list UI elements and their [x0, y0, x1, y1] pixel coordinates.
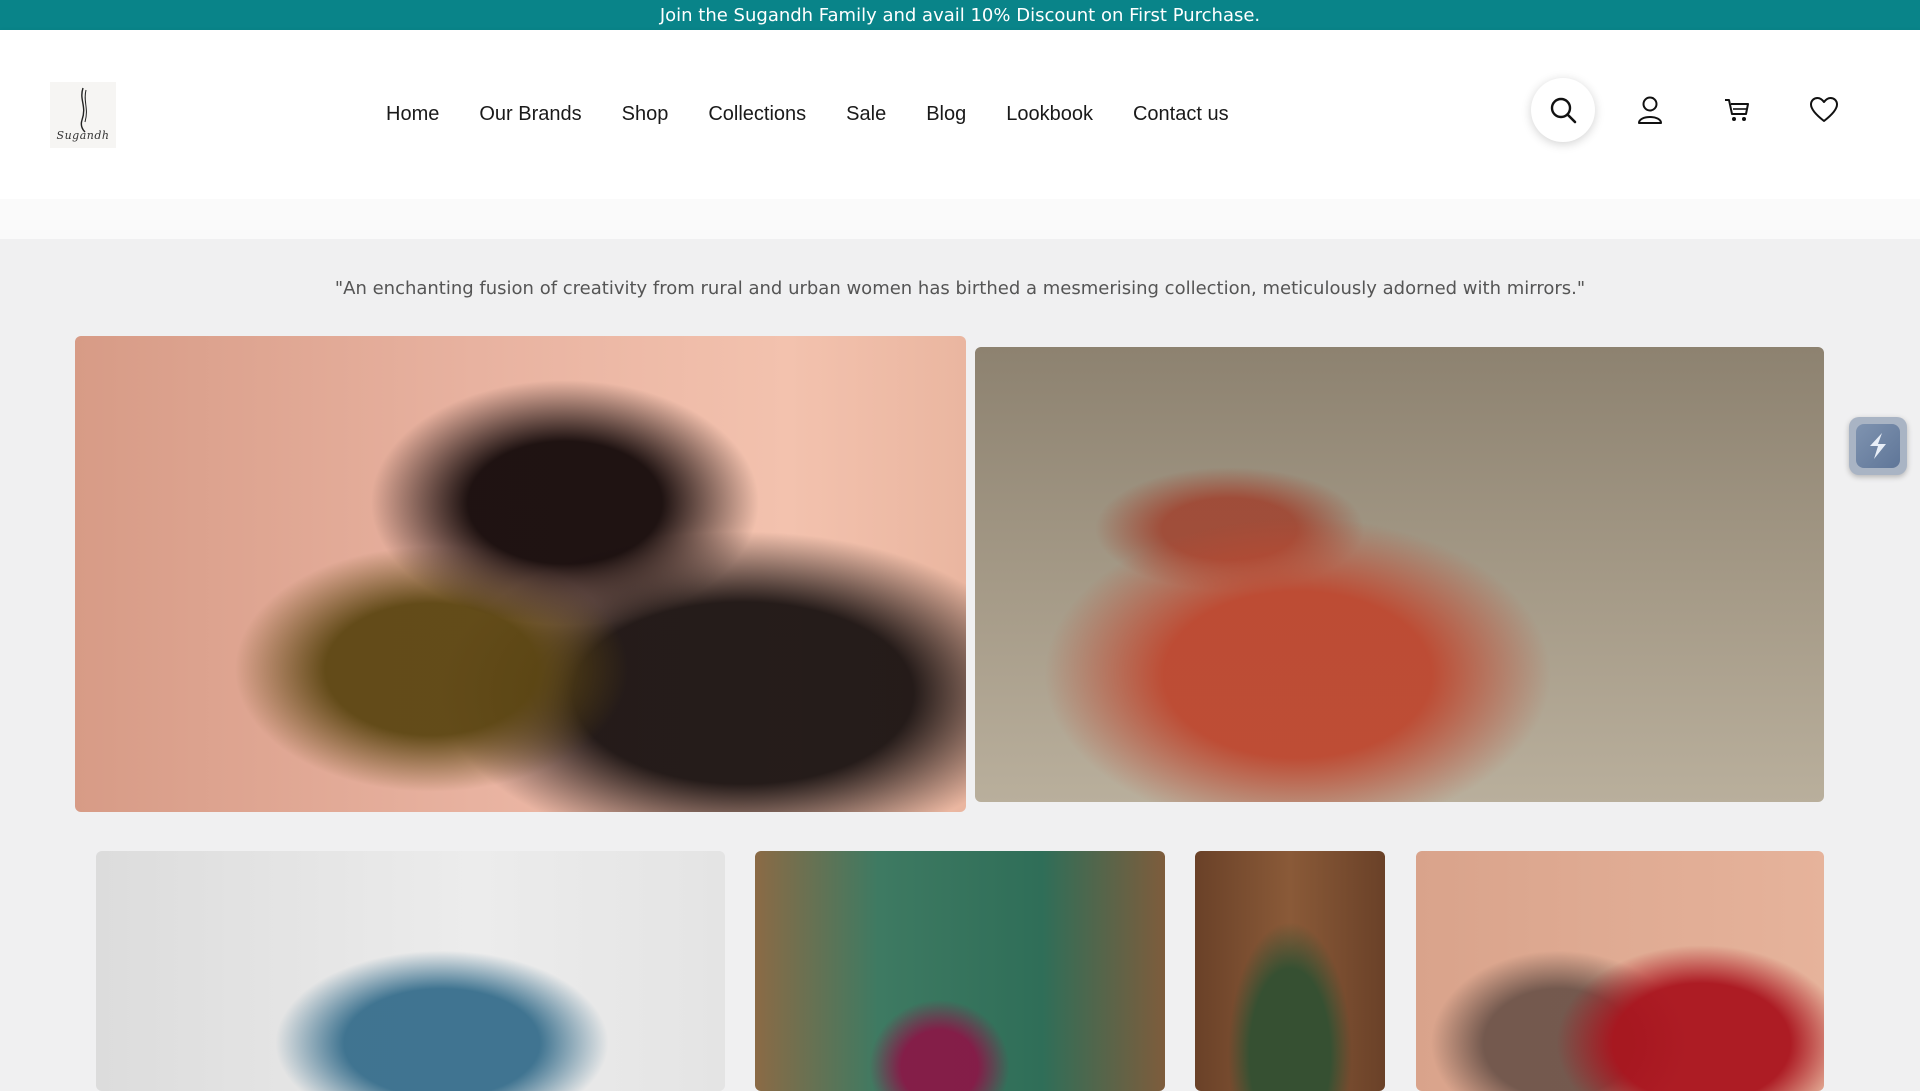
search-icon	[1550, 97, 1577, 124]
nav-item-contact-us[interactable]: Contact us	[1133, 103, 1229, 126]
site-header: Sugandh Home Our Brands Shop Collections…	[0, 30, 1920, 199]
search-button[interactable]	[1531, 78, 1595, 142]
nav-item-lookbook[interactable]: Lookbook	[1006, 103, 1093, 126]
lookbook-image[interactable]	[1195, 851, 1385, 1091]
header-actions	[1531, 78, 1856, 142]
nav-item-collections[interactable]: Collections	[708, 103, 806, 126]
nav-item-shop[interactable]: Shop	[622, 103, 669, 126]
lookbook-image[interactable]	[975, 347, 1824, 802]
wishlist-button[interactable]	[1792, 78, 1856, 142]
header-spacer	[0, 199, 1920, 239]
lookbook-image[interactable]	[75, 336, 966, 812]
nav-item-blog[interactable]: Blog	[926, 103, 966, 126]
user-icon	[1638, 96, 1662, 124]
announcement-text: Join the Sugandh Family and avail 10% Di…	[659, 4, 1261, 26]
account-button[interactable]	[1618, 78, 1682, 142]
announcement-bar: Join the Sugandh Family and avail 10% Di…	[0, 0, 1920, 30]
logo-mark-icon	[80, 87, 87, 133]
floating-widget-button[interactable]	[1849, 417, 1907, 475]
cart-button[interactable]	[1705, 78, 1769, 142]
nav-item-sale[interactable]: Sale	[846, 103, 886, 126]
nav-item-our-brands[interactable]: Our Brands	[479, 103, 581, 126]
lookbook-image[interactable]	[755, 851, 1165, 1091]
nav-item-home[interactable]: Home	[386, 103, 439, 126]
lookbook-image[interactable]	[1416, 851, 1824, 1091]
brand-logo[interactable]: Sugandh	[50, 82, 116, 148]
heart-icon	[1810, 97, 1838, 122]
bolt-icon	[1870, 433, 1886, 459]
lookbook-quote: "An enchanting fusion of creativity from…	[334, 278, 1586, 299]
main-nav: Home Our Brands Shop Collections Sale Bl…	[386, 30, 1269, 199]
lookbook-image[interactable]	[96, 851, 725, 1091]
cart-icon	[1725, 99, 1749, 121]
